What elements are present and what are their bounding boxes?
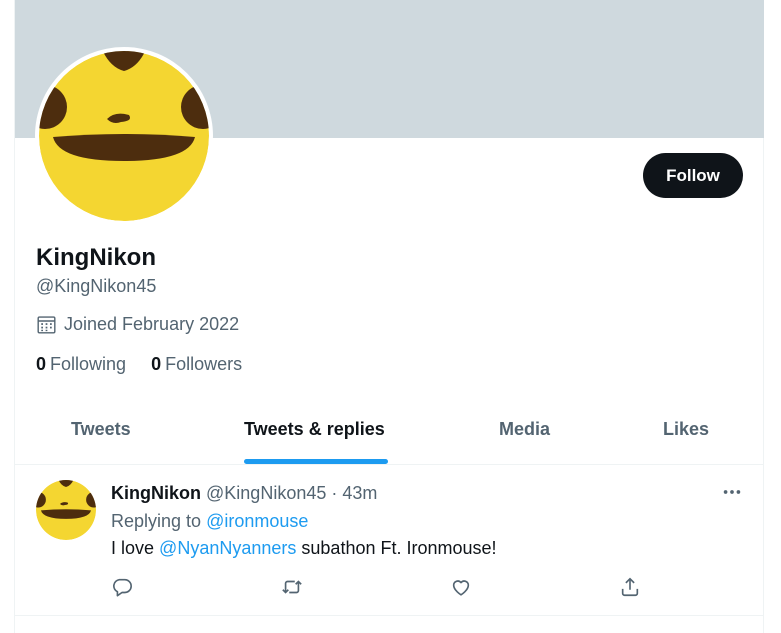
tweet-author-name[interactable]: KingNikon xyxy=(111,483,201,503)
following-link[interactable]: 0 Following xyxy=(36,354,126,375)
reply-icon[interactable] xyxy=(111,576,135,600)
tab-likes[interactable]: Likes xyxy=(663,419,709,440)
tab-tweets[interactable]: Tweets xyxy=(71,419,131,440)
tab-tweets-and-replies[interactable]: Tweets & replies xyxy=(244,419,385,440)
like-icon[interactable] xyxy=(450,576,474,600)
more-icon[interactable] xyxy=(721,481,743,503)
calendar-icon xyxy=(37,316,56,334)
tweet-avatar[interactable] xyxy=(36,480,96,540)
following-count: 0 xyxy=(36,354,47,374)
tweet-actions xyxy=(15,576,764,600)
follow-button[interactable]: Follow xyxy=(643,153,743,198)
joined-label: Joined February 2022 xyxy=(64,314,240,334)
tweet[interactable]: KingNikon @KingNikon45 · 43m Replying to… xyxy=(15,465,764,616)
tweet-mention-link[interactable]: @NyanNyanners xyxy=(159,538,296,558)
replying-mention-link[interactable]: @ironmouse xyxy=(206,511,308,531)
profile-handle: @KingNikon45 xyxy=(36,276,157,296)
profile-avatar[interactable] xyxy=(35,47,213,225)
avatar-face-icon xyxy=(36,480,96,540)
tab-media[interactable]: Media xyxy=(499,419,550,440)
tweet-text-prefix: I love xyxy=(111,538,155,558)
follow-stats: 0 Following 0 Followers xyxy=(36,354,242,375)
active-tab-indicator xyxy=(244,459,388,464)
profile-page: Follow KingNikon @KingNikon45 Joined Feb… xyxy=(14,0,764,633)
share-icon[interactable] xyxy=(619,576,643,600)
retweet-icon[interactable] xyxy=(281,576,305,600)
followers-count: 0 xyxy=(151,354,162,374)
replying-prefix: Replying to xyxy=(111,511,202,531)
followers-link[interactable]: 0 Followers xyxy=(151,354,242,375)
avatar-face-icon xyxy=(39,51,209,221)
joined-date: Joined February 2022 xyxy=(36,314,239,335)
tweet-header: KingNikon @KingNikon45 · 43m xyxy=(111,483,377,504)
followers-label: Followers xyxy=(165,354,243,374)
tweet-meta[interactable]: @KingNikon45 · 43m xyxy=(206,483,377,503)
profile-name: KingNikon xyxy=(36,244,156,271)
following-label: Following xyxy=(50,354,127,374)
tweet-text: I love @NyanNyanners subathon Ft. Ironmo… xyxy=(111,538,497,559)
profile-tabs: Tweets Tweets & replies Media Likes xyxy=(15,400,764,465)
tweet-text-suffix: subathon Ft. Ironmouse! xyxy=(301,538,497,558)
replying-to: Replying to @ironmouse xyxy=(111,511,308,532)
